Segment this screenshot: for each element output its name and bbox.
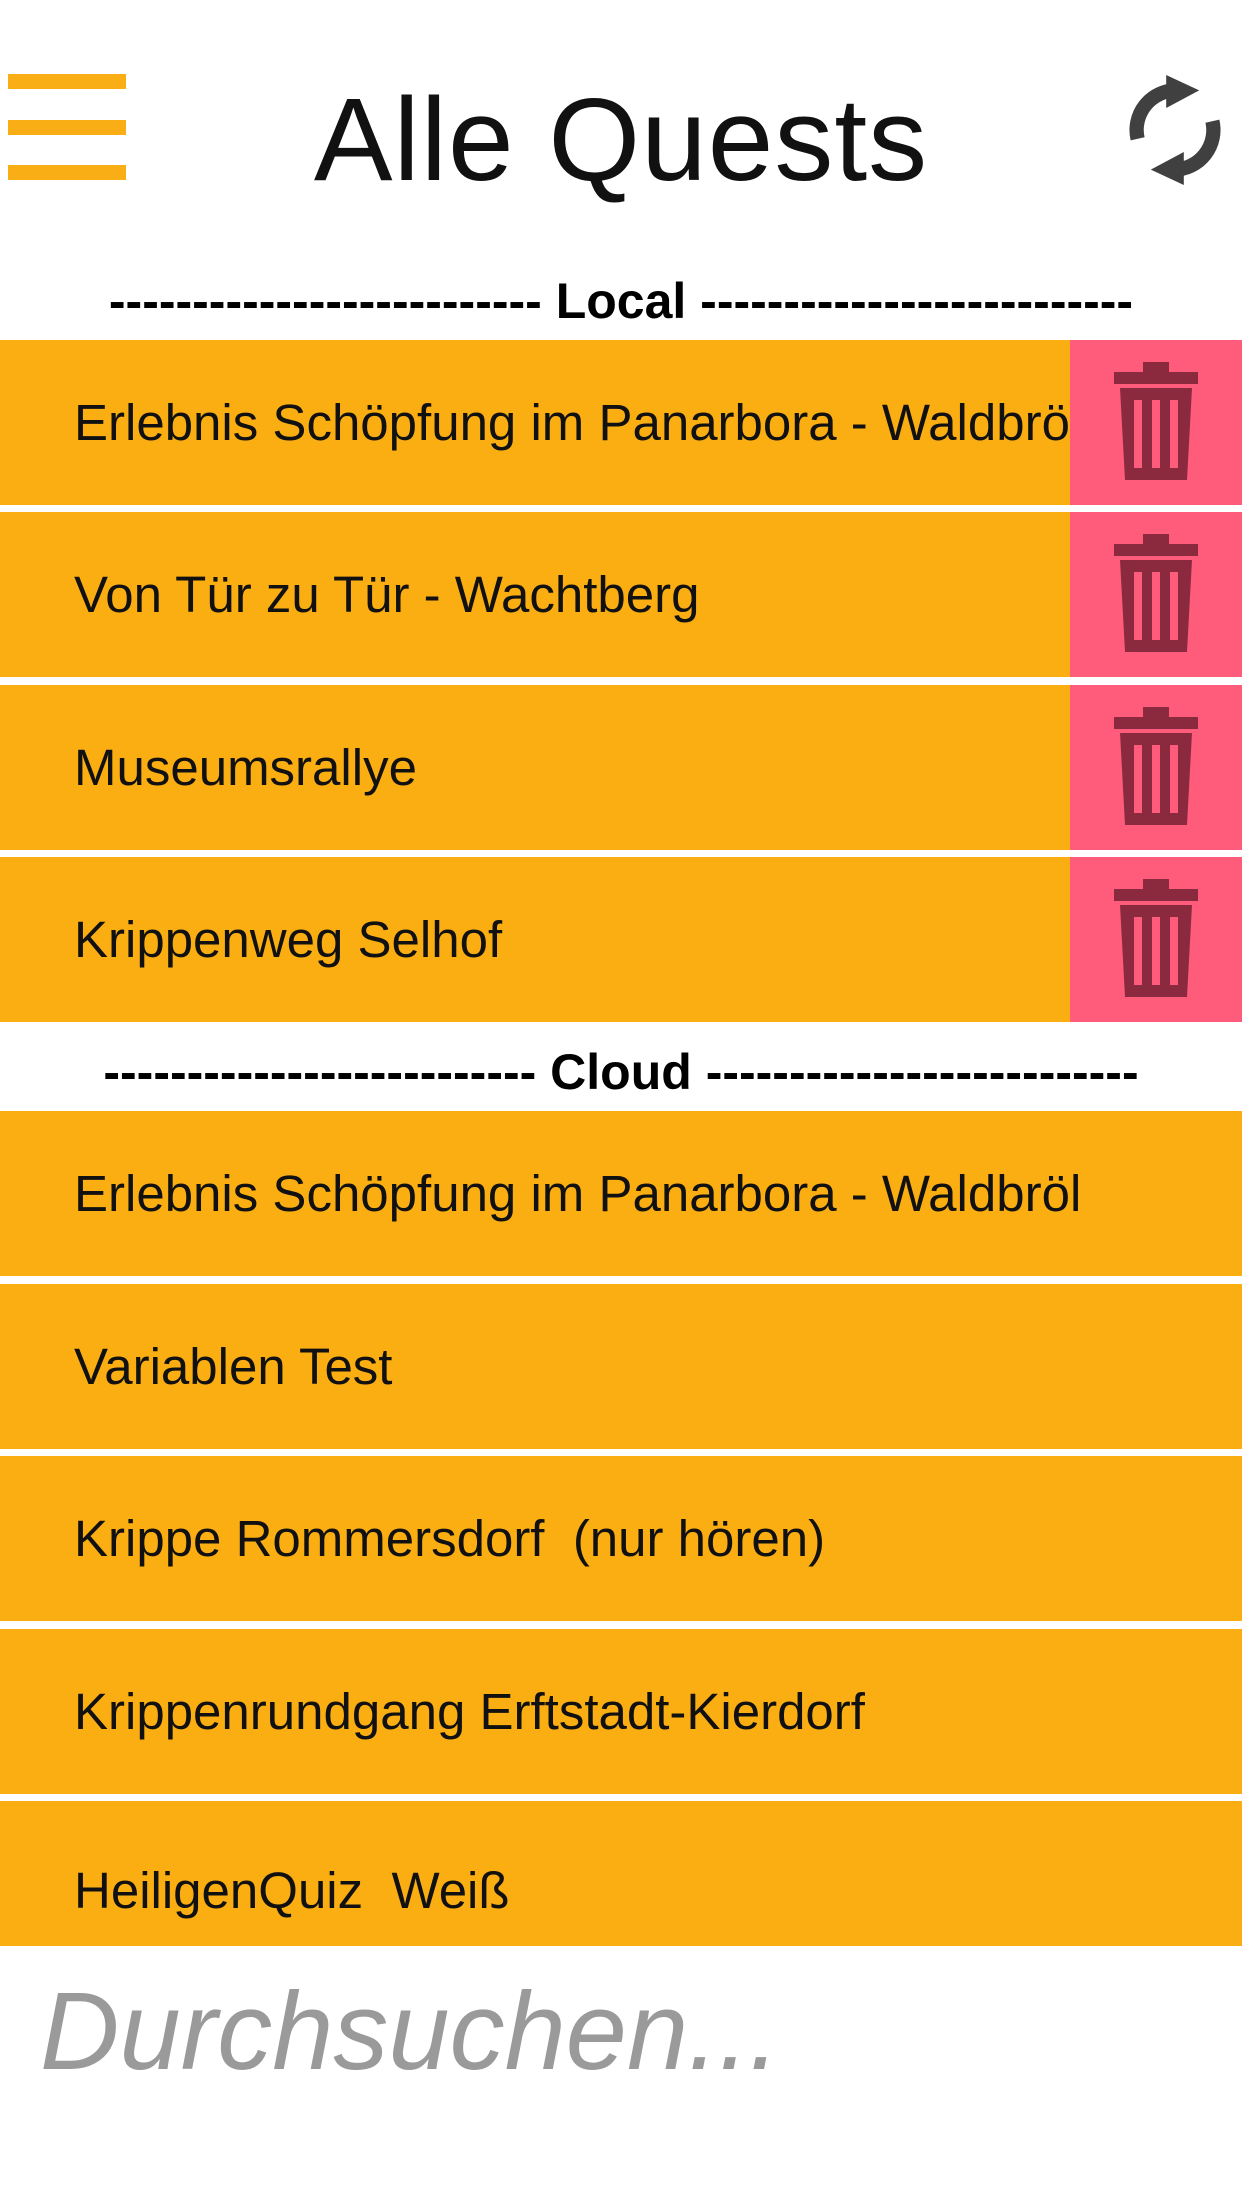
list-item[interactable]: Krippenrundgang Erftstadt-Kierdorf bbox=[0, 1629, 1242, 1794]
list-item-label: Krippenrundgang Erftstadt-Kierdorf bbox=[74, 1683, 865, 1740]
list-item[interactable]: Erlebnis Schöpfung im Panarbora - Waldbr… bbox=[0, 340, 1242, 505]
list-item[interactable]: Variablen Test bbox=[0, 1284, 1242, 1449]
list-item-label: Von Tür zu Tür - Wachtberg bbox=[74, 566, 700, 623]
trash-icon bbox=[1114, 879, 1198, 997]
list-item-label: Museumsrallye bbox=[74, 739, 417, 796]
list-item[interactable]: Krippenweg Selhof bbox=[0, 857, 1242, 1022]
section-header-cloud: -------------------------- Cloud -------… bbox=[103, 1044, 1139, 1100]
list-item[interactable]: Krippe Rommersdorf (nur hören) bbox=[0, 1456, 1242, 1621]
section-header-local: -------------------------- Local -------… bbox=[108, 273, 1134, 329]
trash-icon bbox=[1114, 362, 1198, 480]
list-item[interactable]: Museumsrallye bbox=[0, 685, 1242, 850]
delete-button[interactable] bbox=[1070, 512, 1242, 677]
page-title: Alle Quests bbox=[313, 74, 929, 206]
trash-icon bbox=[1114, 534, 1198, 652]
delete-button[interactable] bbox=[1070, 857, 1242, 1022]
app-header: Alle Quests bbox=[0, 0, 1242, 260]
trash-icon bbox=[1114, 707, 1198, 825]
list-item-label: Erlebnis Schöpfung im Panarbora - Waldbr… bbox=[74, 1165, 1082, 1222]
delete-button[interactable] bbox=[1070, 340, 1242, 505]
search-input[interactable] bbox=[40, 1966, 1200, 2096]
delete-button[interactable] bbox=[1070, 685, 1242, 850]
list-item[interactable]: Von Tür zu Tür - Wachtberg bbox=[0, 512, 1242, 677]
list-item-label: Krippenweg Selhof bbox=[74, 911, 503, 968]
list-item-label: Krippe Rommersdorf (nur hören) bbox=[74, 1510, 826, 1567]
list-item-label: Variablen Test bbox=[74, 1338, 393, 1395]
list-item[interactable]: Erlebnis Schöpfung im Panarbora - Waldbr… bbox=[0, 1111, 1242, 1276]
refresh-icon[interactable] bbox=[1120, 75, 1230, 185]
list-item-label: Erlebnis Schöpfung im Panarbora - Waldbr… bbox=[74, 394, 1070, 451]
search-bar bbox=[0, 1946, 1242, 2208]
list-item[interactable]: HeiligenQuiz Weiß bbox=[0, 1801, 1242, 1946]
